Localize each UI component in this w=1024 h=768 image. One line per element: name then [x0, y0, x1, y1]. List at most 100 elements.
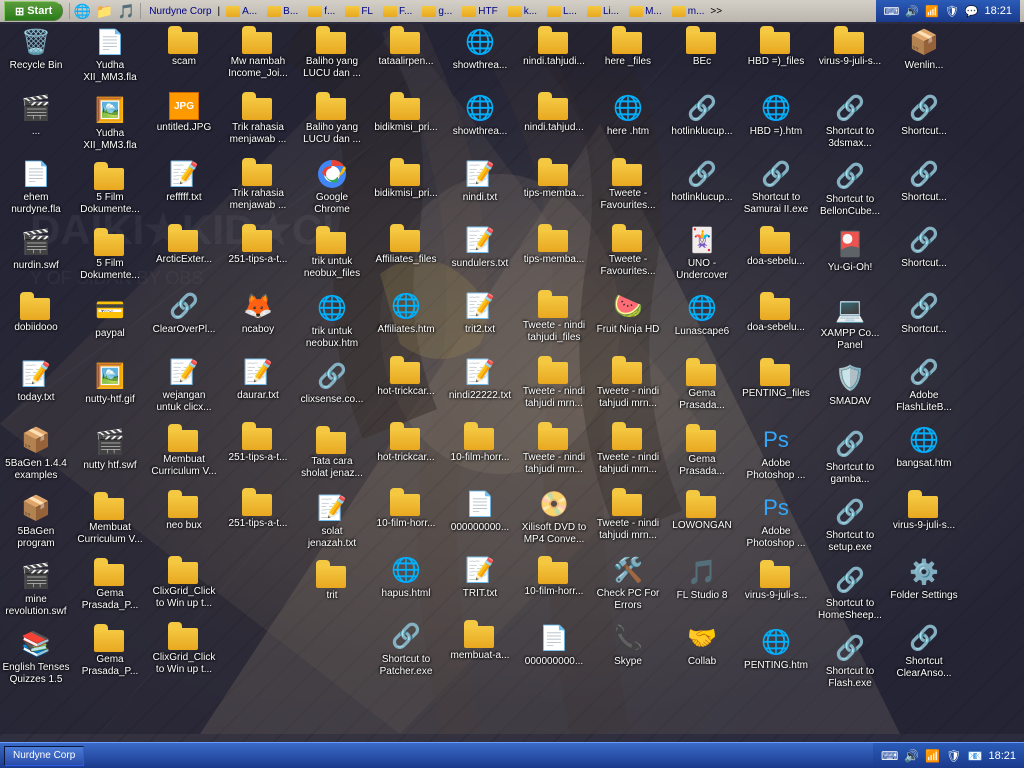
icon-hot-trickcar-2[interactable]: hot-trickcar...	[370, 418, 442, 482]
icon-showthrea-1[interactable]: 🌐 showthrea...	[444, 22, 516, 86]
icon-5film-1[interactable]: 5 Film Dokumente...	[74, 158, 146, 222]
nav-fl[interactable]: FL	[341, 5, 377, 18]
icon-english-tenses[interactable]: 📚 English Tenses Quizzes 1.5	[0, 624, 72, 690]
icon-hotlink-1[interactable]: 🔗 hotlinklucup...	[666, 88, 738, 152]
icon-penting-htm[interactable]: 🌐 PENTING.htm	[740, 622, 812, 686]
quick-launch-ie[interactable]: 🌐	[72, 2, 92, 20]
icon-10film-3[interactable]: 10-film-horr...	[518, 552, 590, 616]
icon-lowongan[interactable]: LOWONGAN	[666, 486, 738, 550]
icon-000000-2[interactable]: 📄 000000000...	[518, 618, 590, 682]
icon-doa-sebelum-1[interactable]: doa-sebelu...	[740, 222, 812, 286]
icon-fl-studio[interactable]: 🎵 FL Studio 8	[666, 552, 738, 616]
icon-10film-1[interactable]: 10-film-horr...	[370, 484, 442, 548]
icon-homesheep[interactable]: 🔗 Shortcut to HomeSheep...	[814, 560, 886, 626]
icon-penting-files[interactable]: PENTING_files	[740, 354, 812, 418]
icon-trik-neobux-files[interactable]: trik untuk neobux_files	[296, 222, 368, 286]
icon-refffff[interactable]: 📝 refffff.txt	[148, 154, 220, 218]
icon-skype[interactable]: 📞 Skype	[592, 618, 664, 682]
icon-yudha-fla[interactable]: 📄 Yudha XII_MM3.fla	[74, 22, 146, 88]
icon-251-tips-2[interactable]: 251-tips-a-t...	[222, 418, 294, 482]
icon-tata-cara[interactable]: Tata cara sholat jenaz...	[296, 422, 368, 486]
icon-tweete-nindi-mrn-1[interactable]: Tweete - nindi tahjudi mrn...	[518, 352, 590, 416]
icon-tweete-nindi-mrn-2[interactable]: Tweete - nindi tahjudi mrn...	[518, 418, 590, 482]
icon-hbd-files[interactable]: HBD =)_files	[740, 22, 812, 86]
icon-solat-jenazah[interactable]: 📝 solat jenazah.txt	[296, 488, 368, 554]
nav-f[interactable]: f...	[304, 5, 339, 18]
icon-xampp[interactable]: 💻 XAMPP Co... Panel	[814, 290, 886, 356]
icon-gamba-shortcut[interactable]: 🔗 Shortcut to gamba...	[814, 424, 886, 490]
icon-here-files[interactable]: here _files	[592, 22, 664, 86]
nav-k[interactable]: k...	[504, 5, 541, 18]
nav-l[interactable]: L...	[543, 5, 581, 18]
tray-icon-1[interactable]: ⌨	[884, 5, 900, 18]
icon-tataalirpen[interactable]: tataalirpen...	[370, 22, 442, 86]
icon-shortcut-3ds[interactable]: 🔗 Shortcut...	[888, 88, 960, 152]
icon-nindi-tahjudi-1[interactable]: nindi.tahjudi...	[518, 22, 590, 86]
icon-tweete-fav-2[interactable]: Tweete - Favourites...	[592, 220, 664, 284]
icon-lunascape6[interactable]: 🌐 Lunascape6	[666, 288, 738, 352]
icon-trit[interactable]: trit	[296, 556, 368, 620]
nav-m[interactable]: M...	[625, 5, 666, 18]
tray-bottom-4[interactable]: 🛡	[946, 749, 961, 763]
icon-nurdin-swf[interactable]: 🎬 nurdin.swf	[0, 222, 72, 286]
icon-wejangan[interactable]: 📝 wejangan untuk clicx...	[148, 352, 220, 418]
nav-m2[interactable]: m...	[668, 5, 709, 18]
icon-scam[interactable]: scam	[148, 22, 220, 86]
icon-mine-swf[interactable]: 🎬 mine revolution.swf	[0, 556, 72, 622]
icon-nindi-txt[interactable]: 📝 nindi.txt	[444, 154, 516, 218]
icon-clearanso[interactable]: 🔗 Shortcut ClearAnso...	[888, 618, 960, 684]
icon-10film-2[interactable]: 10-film-horr...	[444, 418, 516, 482]
icon-5bagen[interactable]: 📦 5BaGen 1.4.4 examples	[0, 420, 72, 486]
tray-bottom-5[interactable]: 📧	[968, 749, 983, 763]
icon-untitled-jpg[interactable]: JPG untitled.JPG	[148, 88, 220, 152]
icon-yudha-fla-2[interactable]: 🖼️ Yudha XII_MM3.fla	[74, 90, 146, 156]
icon-gema-1[interactable]: Gema Prasada_P...	[74, 554, 146, 618]
icon-tweete-mrn-5[interactable]: Tweete - nindi tahjudi mrn...	[592, 484, 664, 548]
tray-bottom-3[interactable]: 📶	[925, 749, 940, 763]
start-button[interactable]: ⊞ Start	[4, 1, 63, 21]
icon-membuat-cv-2[interactable]: Membuat Curriculum V...	[148, 420, 220, 484]
icon-nutty-swf[interactable]: 🎬 nutty htf.swf	[74, 422, 146, 486]
icon-bec[interactable]: BEc	[666, 22, 738, 86]
icon-nindi-tahjud-2[interactable]: nindi.tahjud...	[518, 88, 590, 152]
icon-000000-1[interactable]: 📄 000000000...	[444, 484, 516, 548]
icon-virus-9-2[interactable]: virus-9-juli-s...	[814, 22, 886, 86]
icon-adobe-flashlite[interactable]: 🔗 Adobe FlashLiteB...	[888, 352, 960, 418]
icon-today-txt[interactable]: 📝 today.txt	[0, 354, 72, 418]
icon-gema-prasada-2[interactable]: Gema Prasada...	[666, 420, 738, 484]
icon-doa-sebelum-2[interactable]: doa-sebelu...	[740, 288, 812, 352]
icon-clixgrid-2[interactable]: ClixGrid_Click to Win up t...	[148, 618, 220, 682]
icon-belloncube[interactable]: 🔗 Shortcut to BellonCube...	[814, 156, 886, 222]
tray-bottom-1[interactable]: ⌨	[881, 749, 898, 763]
quick-launch-folder[interactable]: 📁	[94, 2, 114, 20]
icon-nindi22222[interactable]: 📝 nindi22222.txt	[444, 352, 516, 416]
icon-setup-shortcut[interactable]: 🔗 Shortcut to setup.exe	[814, 492, 886, 558]
icon-3dsmax-shortcut[interactable]: 🔗 Shortcut to 3dsmax...	[814, 88, 886, 154]
icon-ehem[interactable]: 📄 ehem nurdyne.fla	[0, 154, 72, 220]
icon-wenlin[interactable]: 📦 Wenlin...	[888, 22, 960, 86]
icon-trit2[interactable]: 📝 trit2.txt	[444, 286, 516, 350]
icon-trik-rahasia-1[interactable]: Trik rahasia menjawab ...	[222, 88, 294, 152]
icon-shortcut-bbc[interactable]: 🔗 Shortcut...	[888, 154, 960, 218]
nav-f2[interactable]: F...	[379, 5, 416, 18]
icon-hotlink-2[interactable]: 🔗 hotlinklucup...	[666, 154, 738, 218]
icon-tweete-mrn-4[interactable]: Tweete - nindi tahjudi mrn...	[592, 418, 664, 482]
icon-flash-shortcut[interactable]: 🔗 Shortcut to Flash.exe	[814, 628, 886, 694]
icon-adobe-ps-2[interactable]: Ps Adobe Photoshop ...	[740, 488, 812, 554]
icon-trik-rahasia-2[interactable]: Trik rahasia menjawab ...	[222, 154, 294, 218]
icon-mw-nambah[interactable]: Mw nambah Income_Joi...	[222, 22, 294, 86]
icon-shortcut-setup2[interactable]: 🔗 Shortcut...	[888, 286, 960, 350]
tray-icon-2[interactable]: 🔊	[905, 5, 919, 18]
tray-icon-3[interactable]: 📶	[925, 5, 939, 18]
nav-a[interactable]: A...	[222, 5, 261, 18]
icon-adobe-ps-1[interactable]: Ps Adobe Photoshop ...	[740, 420, 812, 486]
icon-clearoverpl[interactable]: 🔗 ClearOverPl...	[148, 286, 220, 350]
icon-baliho-1[interactable]: Baliho yang LUCU dan ...	[296, 22, 368, 86]
icon-file-1[interactable]: 🎬 ...	[0, 88, 72, 152]
icon-trit-txt[interactable]: 📝 TRIT.txt	[444, 550, 516, 614]
icon-folder-settings[interactable]: ⚙️ Folder Settings	[888, 552, 960, 616]
icon-uno-undercover[interactable]: 🃏 UNO - Undercover	[666, 220, 738, 286]
icon-samurai-shortcut[interactable]: 🔗 Shortcut to Samurai II.exe	[740, 154, 812, 220]
quick-launch-media[interactable]: 🎵	[116, 2, 136, 20]
icon-affiliates-htm[interactable]: 🌐 Affiliates.htm	[370, 286, 442, 350]
